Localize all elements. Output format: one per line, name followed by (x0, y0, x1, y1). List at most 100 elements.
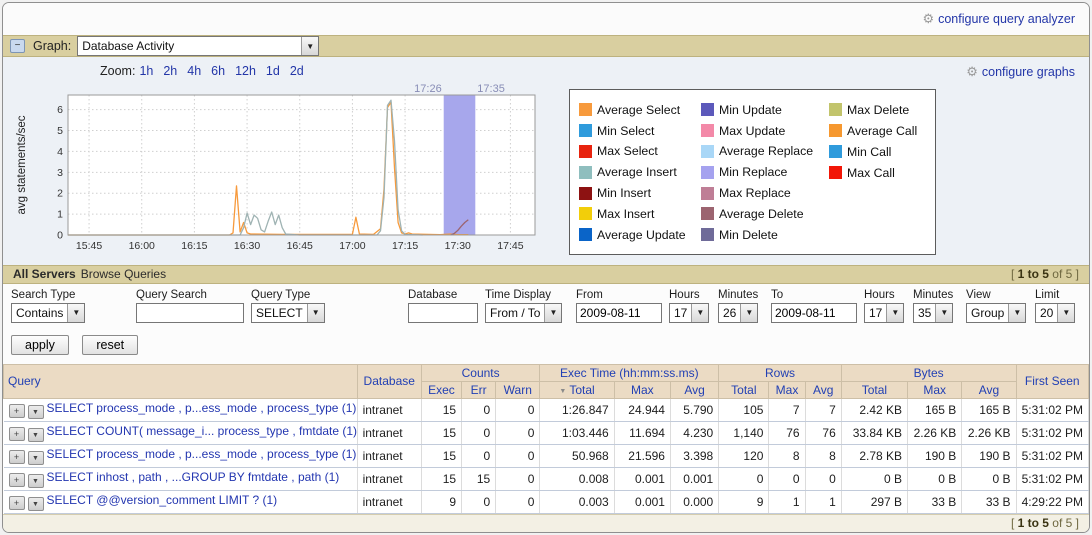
expand-row-button[interactable]: + (9, 404, 25, 418)
col-header-bytes-max[interactable]: Max (908, 381, 962, 398)
value-cell: 9 (719, 490, 769, 513)
from-minutes-select[interactable]: 26▼ (718, 303, 758, 323)
query-link[interactable]: SELECT process_mode , p...ess_mode , pro… (47, 447, 357, 461)
reset-button[interactable]: reset (82, 335, 138, 355)
value-cell: 76 (805, 421, 841, 444)
query-row: +▼SELECT process_mode , p...ess_mode , p… (4, 398, 1089, 421)
to-hours-select[interactable]: 17▼ (864, 303, 904, 323)
query-type-select[interactable]: SELECT▼ (251, 303, 325, 323)
query-search-input[interactable] (136, 303, 244, 323)
value-cell: 15 (462, 467, 496, 490)
pagination-top: [ 1 to 5 of 5 ] (1011, 267, 1079, 281)
col-header-first-seen[interactable]: First Seen (1016, 364, 1088, 398)
zoom-link-4h[interactable]: 4h (187, 64, 201, 78)
apply-button[interactable]: apply (11, 335, 69, 355)
expand-row-button[interactable]: + (9, 450, 25, 464)
zoom-link-2h[interactable]: 2h (163, 64, 177, 78)
dropdown-arrow-icon: ▼ (1057, 304, 1074, 322)
database-cell: intranet (357, 421, 421, 444)
legend-swatch-icon (579, 187, 592, 200)
from-date-input[interactable] (576, 303, 662, 323)
configure-graphs-link[interactable]: ⚙configure graphs (966, 64, 1075, 80)
col-header-exec-time-total[interactable]: ▼Total (540, 381, 614, 398)
col-group-bytes: Bytes (841, 364, 1016, 381)
col-header-exec-time-max[interactable]: Max (614, 381, 670, 398)
expand-row-button[interactable]: + (9, 427, 25, 441)
pagination-bottom: [ 1 to 5 of 5 ] (1011, 516, 1079, 530)
band-from-label: 17:26 (414, 83, 442, 95)
query-type-select-value: SELECT (252, 304, 307, 322)
zoom-link-2d[interactable]: 2d (290, 64, 304, 78)
time-selection-band[interactable] (444, 95, 476, 235)
table-footer: [ 1 to 5 of 5 ] (3, 514, 1089, 532)
to-date-input[interactable] (771, 303, 857, 323)
zoom-link-12h[interactable]: 12h (235, 64, 256, 78)
value-cell: 0.003 (540, 490, 614, 513)
legend-swatch-icon (829, 145, 842, 158)
legend-label: Min Insert (597, 186, 651, 200)
view-select[interactable]: Group▼ (966, 303, 1026, 323)
value-cell: 33 B (908, 490, 962, 513)
col-header-rows-max[interactable]: Max (769, 381, 805, 398)
value-cell: 4:29:22 PM (1016, 490, 1088, 513)
value-cell: 0 (462, 421, 496, 444)
query-row: +▼SELECT @@version_comment LIMIT ? (1)in… (4, 490, 1089, 513)
value-cell: 0 (496, 490, 540, 513)
database-input[interactable] (408, 303, 478, 323)
y-axis-label: avg statements/sec (16, 115, 28, 214)
legend-label: Max Replace (719, 186, 791, 200)
expand-row-button[interactable]: + (9, 473, 25, 487)
legend-label: Average Delete (719, 207, 804, 221)
col-header-bytes-total[interactable]: Total (841, 381, 907, 398)
col-header-counts-exec[interactable]: Exec (421, 381, 461, 398)
query-link[interactable]: SELECT process_mode , p...ess_mode , pro… (47, 401, 357, 415)
view-label: View (966, 289, 1028, 301)
row-actions-button[interactable]: ▼ (28, 474, 44, 488)
value-cell: 21.596 (614, 444, 670, 467)
query-link[interactable]: SELECT @@version_comment LIMIT ? (1) (47, 493, 278, 507)
time-display-label: Time Display (485, 289, 569, 301)
query-type-field: Query Type SELECT▼ (251, 289, 401, 323)
row-actions-button[interactable]: ▼ (28, 497, 44, 511)
zoom-link-1d[interactable]: 1d (266, 64, 280, 78)
dropdown-arrow-icon: ▼ (691, 304, 708, 322)
col-header-counts-warn[interactable]: Warn (496, 381, 540, 398)
query-type-label: Query Type (251, 289, 401, 301)
legend-swatch-icon (579, 166, 592, 179)
row-actions-button[interactable]: ▼ (28, 451, 44, 465)
dropdown-arrow-icon: ▼ (935, 304, 952, 322)
configure-query-analyzer-link[interactable]: ⚙configure query analyzer (922, 11, 1075, 27)
zoom-link-1h[interactable]: 1h (139, 64, 153, 78)
col-header-bytes-avg[interactable]: Avg (962, 381, 1016, 398)
col-header-rows-total[interactable]: Total (719, 381, 769, 398)
legend-item: Average Delete (701, 204, 829, 225)
value-cell: 5:31:02 PM (1016, 421, 1088, 444)
col-header-database[interactable]: Database (357, 364, 421, 398)
graph-toolbar: − Graph: Database Activity ▼ (3, 35, 1089, 57)
to-minutes-select[interactable]: 35▼ (913, 303, 953, 323)
legend-label: Average Call (847, 124, 917, 138)
zoom-link-6h[interactable]: 6h (211, 64, 225, 78)
query-link[interactable]: SELECT inhost , path , ...GROUP BY fmtda… (47, 470, 340, 484)
row-actions-button[interactable]: ▼ (28, 428, 44, 442)
value-cell: 297 B (841, 490, 907, 513)
search-type-select-value: Contains (12, 304, 67, 322)
collapse-graph-button[interactable]: − (10, 39, 25, 53)
expand-row-button[interactable]: + (9, 496, 25, 510)
value-cell: 7 (805, 398, 841, 421)
time-display-select[interactable]: From / To▼ (485, 303, 562, 323)
col-header-counts-err[interactable]: Err (462, 381, 496, 398)
graph-select[interactable]: Database Activity ▼ (77, 36, 319, 56)
col-header-rows-avg[interactable]: Avg (805, 381, 841, 398)
col-header-exec-time-avg[interactable]: Avg (670, 381, 718, 398)
value-cell: 0 (805, 467, 841, 490)
legend-swatch-icon (579, 103, 592, 116)
from-minutes-label: Minutes (718, 289, 764, 301)
limit-select[interactable]: 20▼ (1035, 303, 1075, 323)
search-type-field: Search TypeContains▼ (11, 289, 129, 323)
query-link[interactable]: SELECT COUNT( message_i... process_type … (47, 424, 358, 438)
from-hours-select[interactable]: 17▼ (669, 303, 709, 323)
row-actions-button[interactable]: ▼ (28, 405, 44, 419)
col-header-query[interactable]: Query (4, 364, 358, 398)
search-type-select[interactable]: Contains▼ (11, 303, 85, 323)
